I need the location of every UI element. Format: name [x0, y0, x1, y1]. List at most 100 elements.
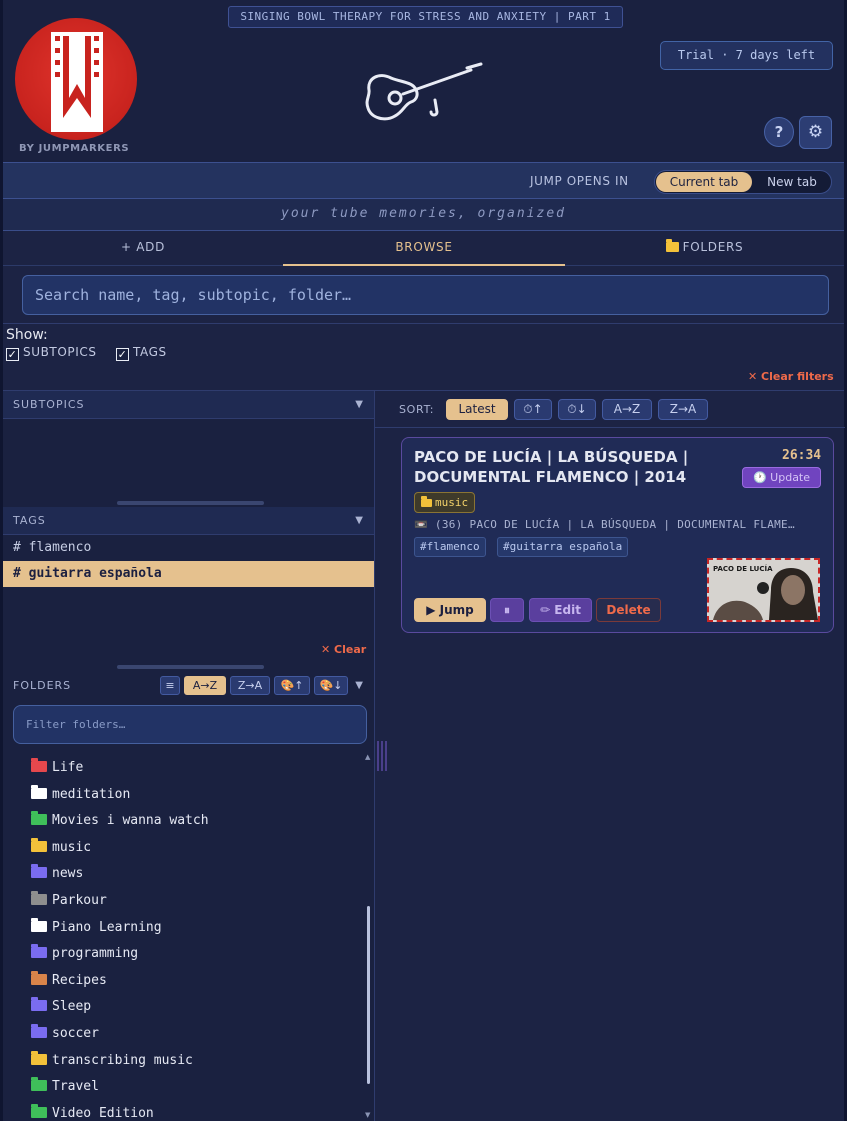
left-panel: SUBTOPICS ▼ TAGS ▼ # flamenco # guitarra e… — [3, 390, 374, 1121]
jump-button[interactable]: ▶ Jump — [414, 598, 486, 622]
show-label: Show: — [6, 327, 48, 343]
right-panel: SORT: Latest ⏱↑ ⏱↓ A→Z Z→A PACO DE LUCÍA… — [374, 390, 845, 1121]
folder-icon — [31, 784, 47, 799]
folder-icon — [31, 891, 47, 905]
subtopics-checkbox[interactable]: ✓ SUBTOPICS — [6, 345, 97, 361]
folder-icon — [31, 997, 47, 1012]
folder-sort-za[interactable]: Z→A — [230, 676, 270, 695]
pause-button[interactable]: ⏸ — [490, 598, 524, 622]
folder-sort-color-desc[interactable]: 🎨↓ — [314, 676, 348, 695]
card-title: PACO DE LUCÍA | LA BÚSQUEDA | DOCUMENTAL… — [414, 448, 689, 486]
folder-icon — [31, 970, 47, 985]
tab-add[interactable]: + ADD — [3, 231, 283, 266]
folder-item[interactable]: Movies i wanna watch — [31, 810, 209, 832]
folder-item-label: Travel — [52, 1079, 99, 1095]
clear-tags-button[interactable]: ✕ Clear — [321, 643, 366, 656]
folder-item[interactable]: programming — [31, 943, 138, 965]
sort-latest-button[interactable]: Latest — [446, 399, 508, 420]
folder-icon — [31, 864, 47, 879]
chevron-down-icon: ▼ — [355, 399, 364, 410]
search-input[interactable]: Search name, tag, subtopic, folder… — [22, 275, 829, 315]
folder-item[interactable]: Travel — [31, 1076, 99, 1098]
subtopics-resize-handle[interactable] — [117, 501, 264, 505]
current-tab-option[interactable]: Current tab — [656, 172, 752, 192]
folder-item[interactable]: Sleep — [31, 996, 91, 1018]
folder-item[interactable]: transcribing music — [31, 1050, 193, 1072]
header: SINGING BOWL THERAPY FOR STRESS AND ANXI… — [3, 0, 844, 162]
scroll-up-icon[interactable]: ▲ — [365, 753, 370, 761]
folder-icon — [665, 239, 679, 252]
new-tab-option[interactable]: New tab — [754, 172, 830, 192]
settings-button[interactable]: ⚙ — [799, 116, 832, 149]
folder-icon — [421, 496, 432, 507]
subtopics-header[interactable]: SUBTOPICS ▼ — [3, 391, 374, 419]
folder-icon — [31, 917, 47, 932]
chevron-down-icon[interactable]: ▼ — [355, 671, 364, 701]
sort-za-button[interactable]: Z→A — [658, 399, 708, 420]
help-button[interactable]: ? — [764, 117, 794, 147]
folder-item[interactable]: news — [31, 863, 83, 885]
folder-item[interactable]: soccer — [31, 1023, 99, 1045]
jumpmarkers-logo — [15, 18, 137, 140]
delete-button[interactable]: Delete — [596, 598, 661, 622]
video-thumbnail[interactable]: PACO DE LUCÍA — [707, 558, 820, 622]
tab-folders-label: FOLDERS — [682, 240, 744, 254]
folders-header-label: FOLDERS — [13, 679, 72, 692]
edit-button[interactable]: ✏ Edit — [529, 598, 592, 622]
bookmark-card[interactable]: PACO DE LUCÍA | LA BÚSQUEDA | DOCUMENTAL… — [401, 437, 834, 633]
tags-checkbox[interactable]: ✓ TAGS — [116, 345, 167, 361]
folder-list-scrollbar[interactable]: ▲ ▼ — [364, 751, 373, 1121]
folder-item-label: programming — [52, 946, 139, 962]
update-button[interactable]: 🕐 Update — [742, 467, 821, 488]
main-tabs: + ADD BROWSE FOLDERS — [3, 231, 844, 266]
app-window: SINGING BOWL THERAPY FOR STRESS AND ANXI… — [0, 0, 847, 1121]
folder-item-label: music — [52, 839, 92, 855]
trial-badge[interactable]: Trial · 7 days left — [660, 41, 833, 70]
folder-sort-color-asc[interactable]: 🎨↑ — [274, 676, 310, 695]
card-folder-label: music — [435, 496, 469, 509]
tags-checkbox-label: TAGS — [133, 345, 167, 359]
folder-icon — [31, 1050, 47, 1065]
folder-item[interactable]: Life — [31, 757, 83, 779]
folder-item-label: Sleep — [52, 999, 92, 1015]
sort-duration-desc-button[interactable]: ⏱↓ — [558, 399, 596, 420]
card-folder-chip[interactable]: music — [414, 492, 476, 513]
gear-icon: ⚙ — [807, 122, 824, 142]
tags-header-label: TAGS — [13, 514, 46, 527]
folder-icon — [31, 758, 47, 772]
thumbnail-text: PACO DE LUCÍA — [713, 564, 773, 573]
tags-resize-handle[interactable] — [117, 665, 264, 669]
folder-item[interactable]: meditation — [31, 784, 130, 806]
clear-filters-button[interactable]: ✕ Clear filters — [748, 370, 834, 383]
sort-duration-asc-button[interactable]: ⏱↑ — [514, 399, 552, 420]
card-tag-chip[interactable]: #flamenco — [414, 537, 486, 557]
tag-item-flamenco[interactable]: # flamenco — [3, 535, 374, 561]
folder-icon — [31, 1103, 47, 1118]
divider — [3, 323, 844, 324]
card-duration: 26:34 — [782, 448, 822, 463]
folder-item[interactable]: Parkour — [31, 890, 107, 912]
folder-item-label: news — [52, 866, 84, 882]
scroll-down-icon[interactable]: ▼ — [365, 1111, 370, 1119]
folder-sort-manual[interactable]: ≡ — [160, 676, 180, 695]
folder-icon — [31, 837, 47, 852]
folder-sort-az[interactable]: A→Z — [184, 676, 226, 695]
jump-opens-label: JUMP OPENS IN — [530, 174, 629, 188]
sort-az-button[interactable]: A→Z — [602, 399, 652, 420]
folder-icon — [31, 944, 47, 959]
scrollbar-thumb[interactable] — [367, 906, 370, 1084]
tab-browse[interactable]: BROWSE — [283, 231, 565, 266]
folder-icon — [31, 811, 47, 826]
folder-filter-input[interactable]: Filter folders… — [13, 705, 367, 744]
tags-header[interactable]: TAGS ▼ — [3, 507, 374, 535]
folder-item[interactable]: music — [31, 837, 91, 859]
subtopics-header-label: SUBTOPICS — [13, 398, 85, 411]
card-tag-chip[interactable]: #guitarra española — [497, 537, 629, 557]
guitar-icon — [365, 62, 483, 121]
folder-item[interactable]: Piano Learning — [31, 917, 162, 939]
folder-item[interactable]: Recipes — [31, 970, 107, 992]
folder-item[interactable]: Video Edition — [31, 1103, 154, 1121]
folder-item-label: Video Edition — [52, 1105, 154, 1121]
tab-folders[interactable]: FOLDERS — [565, 231, 844, 266]
tag-item-guitarra-espanola[interactable]: # guitarra española — [3, 561, 374, 587]
